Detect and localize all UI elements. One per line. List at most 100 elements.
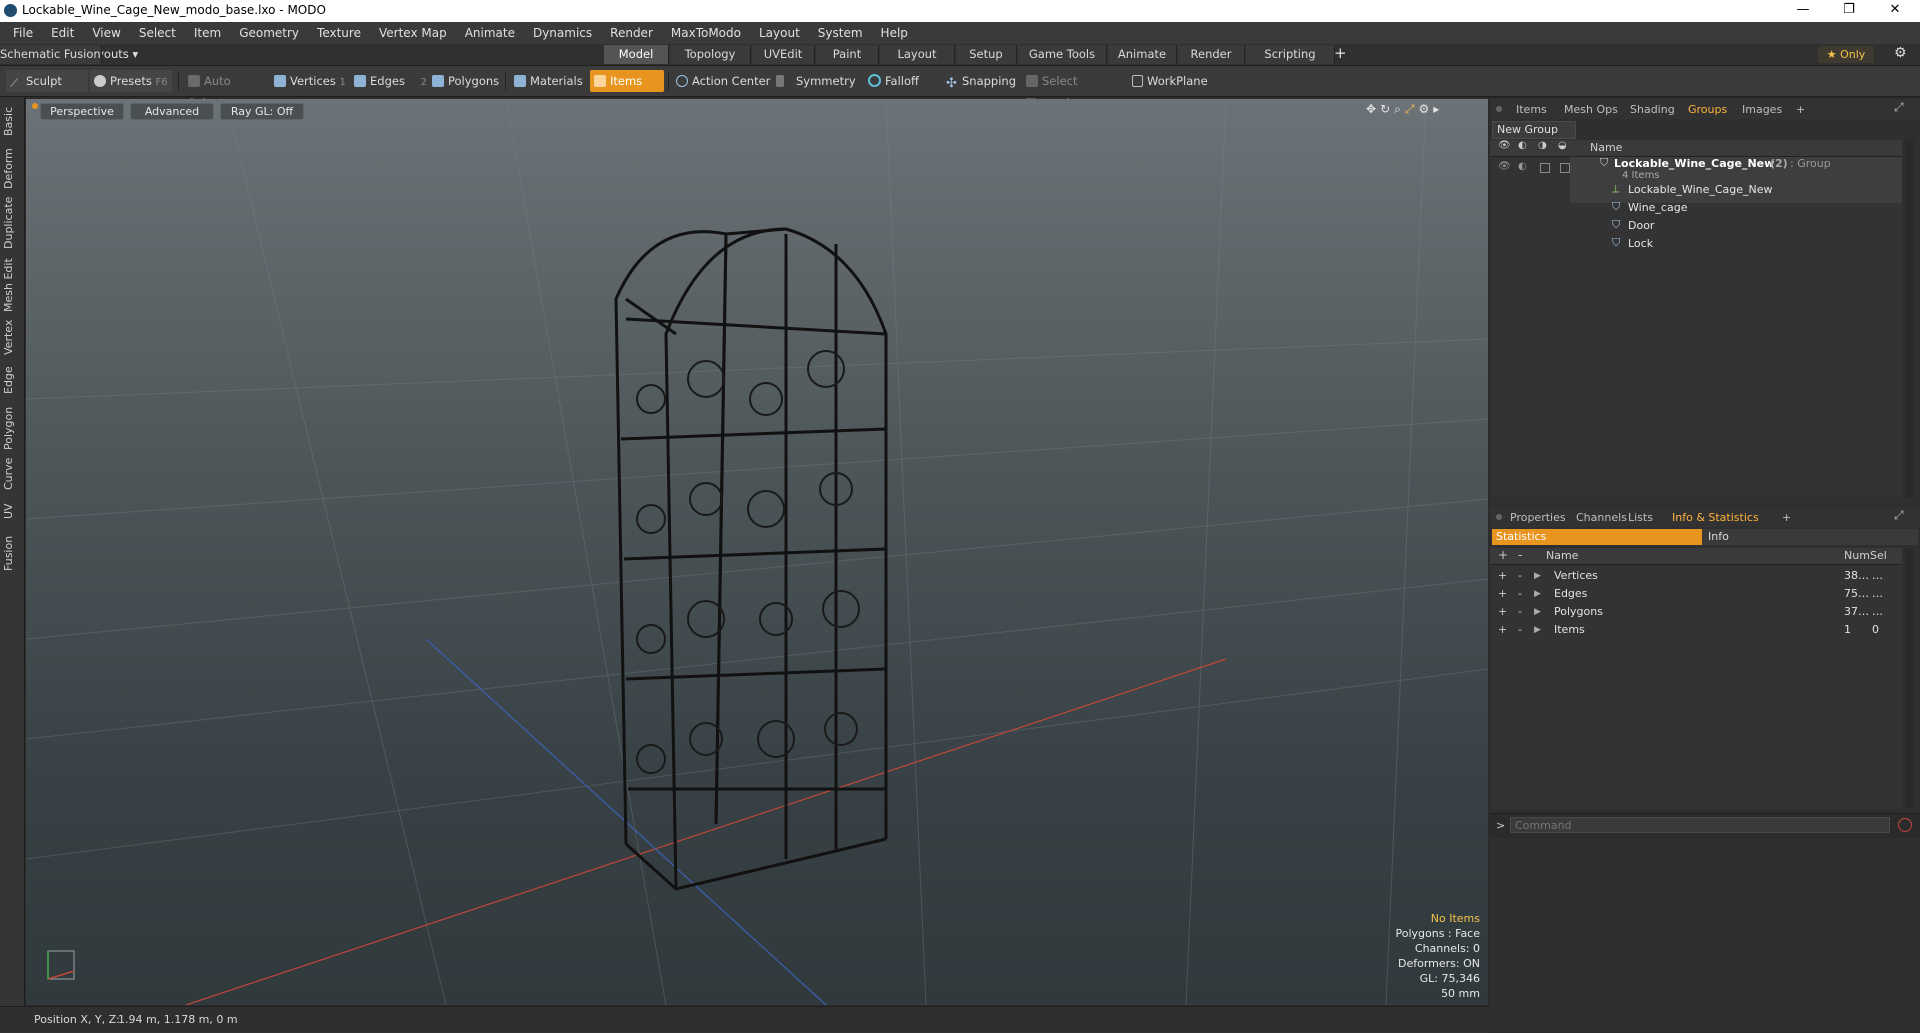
info-menu-dot[interactable]: [1496, 514, 1502, 520]
remove-stat-icon[interactable]: -: [1518, 567, 1522, 585]
group-child-item[interactable]: Lock: [1628, 237, 1653, 250]
stats-row[interactable]: + - ▶ Items 1 0: [1490, 621, 1902, 639]
fit-icon[interactable]: ⤢: [1405, 102, 1419, 116]
layout-tab-scripting[interactable]: Scripting: [1246, 45, 1335, 64]
layout-tab-uvedit[interactable]: UVEdit: [752, 45, 815, 64]
remove-stat-icon[interactable]: -: [1518, 585, 1522, 603]
add-stat-icon[interactable]: +: [1498, 603, 1507, 621]
stats-name-header[interactable]: Name: [1546, 549, 1578, 562]
auto-select-button[interactable]: Auto Select: [184, 70, 266, 110]
menu-item[interactable]: Item: [185, 22, 230, 44]
layout-tab-paint[interactable]: Paint: [816, 45, 879, 64]
menu-view[interactable]: View: [83, 22, 129, 44]
remove-stat-icon[interactable]: -: [1518, 621, 1522, 639]
left-tab-mesh-edit[interactable]: Mesh Edit: [2, 257, 22, 313]
group-render-icon[interactable]: ◐: [1518, 161, 1527, 172]
stats-row[interactable]: + - ▶ Edges 75……: [1490, 585, 1902, 603]
workplane-button[interactable]: WorkPlane: [1128, 70, 1208, 92]
info-subtab[interactable]: Info: [1702, 529, 1918, 545]
menu-layout[interactable]: Layout: [750, 22, 809, 44]
new-group-button[interactable]: New Group: [1492, 121, 1576, 139]
groups-tab-items[interactable]: Items: [1516, 101, 1547, 119]
group-child-item[interactable]: Door: [1628, 219, 1654, 232]
expand-all-icon[interactable]: +: [1498, 548, 1508, 562]
visibility-col-icon[interactable]: 👁: [1498, 140, 1511, 151]
shading-advanced-button[interactable]: Advanced: [130, 103, 214, 120]
left-tab-duplicate[interactable]: Duplicate: [2, 197, 22, 249]
viewport-nav-controls[interactable]: ✥↻⌕⤢⚙▸: [1366, 102, 1443, 117]
close-button[interactable]: ✕: [1872, 0, 1918, 22]
groups-tab-mesh-ops[interactable]: Mesh Ops: [1564, 101, 1618, 119]
name-col-header[interactable]: Name: [1590, 141, 1622, 154]
menu-help[interactable]: Help: [872, 22, 917, 44]
stats-scrollbar[interactable]: [1905, 548, 1914, 808]
info-expand-icon[interactable]: ⤢: [1894, 508, 1904, 523]
settings-icon[interactable]: ⚙: [1418, 102, 1433, 116]
left-tab-curve[interactable]: Curve: [2, 457, 22, 491]
group-lock-checkbox[interactable]: [1540, 163, 1550, 173]
menu-system[interactable]: System: [809, 22, 872, 44]
groups-tab-[interactable]: +: [1796, 101, 1805, 119]
menu-file[interactable]: File: [4, 22, 42, 44]
items-button[interactable]: Items: [590, 70, 664, 92]
add-stat-icon[interactable]: +: [1498, 621, 1507, 639]
info-tab-channels[interactable]: Channels: [1576, 509, 1627, 527]
menu-edit[interactable]: Edit: [42, 22, 83, 44]
expand-arrow-icon[interactable]: ▶: [1534, 621, 1541, 639]
polygons-button[interactable]: Polygons: [428, 70, 500, 92]
layout-tab-game-tools[interactable]: Game Tools: [1018, 45, 1107, 64]
command-input[interactable]: [1510, 817, 1890, 833]
menu-texture[interactable]: Texture: [308, 22, 370, 44]
groups-tab-groups[interactable]: Groups: [1688, 101, 1727, 119]
statistics-subtab[interactable]: Statistics: [1492, 529, 1704, 545]
info-tab-info-statistics[interactable]: Info & Statistics: [1672, 509, 1759, 527]
left-tab-polygon[interactable]: Polygon: [2, 405, 22, 451]
expand-arrow-icon[interactable]: ▶: [1534, 603, 1541, 621]
layout-tab-setup[interactable]: Setup: [956, 45, 1017, 64]
zoom-icon[interactable]: ⌕: [1394, 102, 1405, 116]
layout-tab-animate[interactable]: Animate: [1108, 45, 1177, 64]
rotate-icon[interactable]: ↻: [1380, 102, 1394, 116]
maximize-button[interactable]: ❐: [1826, 0, 1872, 22]
group-child-item[interactable]: Lockable_Wine_Cage_New: [1628, 183, 1773, 196]
3d-viewport[interactable]: Perspective Advanced Ray GL: Off ✥↻⌕⤢⚙▸ …: [26, 99, 1488, 1005]
collapse-all-icon[interactable]: -: [1518, 548, 1522, 562]
lock-col-icon[interactable]: ◑: [1538, 140, 1547, 151]
add-stat-icon[interactable]: +: [1498, 585, 1507, 603]
action-center-button[interactable]: Action Center: [672, 70, 772, 92]
stats-row[interactable]: + - ▶ Vertices 38……: [1490, 567, 1902, 585]
menu-select[interactable]: Select: [130, 22, 185, 44]
group-select-checkbox[interactable]: [1560, 163, 1570, 173]
minimize-button[interactable]: —: [1780, 0, 1826, 22]
groups-expand-icon[interactable]: ⤢: [1894, 100, 1904, 115]
add-stat-icon[interactable]: +: [1498, 567, 1507, 585]
record-icon[interactable]: [1898, 818, 1912, 832]
layout-tab-layout[interactable]: Layout: [880, 45, 955, 64]
info-tab-lists[interactable]: Lists: [1628, 509, 1653, 527]
expand-arrow-icon[interactable]: ▶: [1534, 585, 1541, 603]
info-tab-properties[interactable]: Properties: [1510, 509, 1566, 527]
select-through-button[interactable]: Select Through: [1022, 70, 1122, 110]
left-tab-vertex[interactable]: Vertex: [2, 319, 22, 355]
remove-stat-icon[interactable]: -: [1518, 603, 1522, 621]
raygl-button[interactable]: Ray GL: Off: [220, 103, 304, 120]
stats-row[interactable]: + - ▶ Polygons 37……: [1490, 603, 1902, 621]
menu-vertex-map[interactable]: Vertex Map: [370, 22, 456, 44]
left-tab-uv[interactable]: UV: [2, 497, 22, 525]
layout-tab-schematic-fusion[interactable]: Schematic Fusion: [0, 45, 102, 64]
materials-button[interactable]: Materials: [510, 70, 588, 92]
info-tab-[interactable]: +: [1782, 509, 1791, 527]
sculpt-button[interactable]: ⟋ Sculpt: [6, 70, 88, 92]
layout-tab-model[interactable]: Model: [604, 45, 669, 64]
viewport-menu-dot[interactable]: [32, 103, 38, 109]
symmetry-button[interactable]: Symmetry: [772, 70, 862, 92]
layout-tab-topology[interactable]: Topology: [670, 45, 751, 64]
presets-button[interactable]: Presets F6: [90, 70, 172, 92]
groups-tab-images[interactable]: Images: [1742, 101, 1782, 119]
add-layout-button[interactable]: +: [1334, 44, 1347, 62]
snapping-button[interactable]: ✣ Snapping: [942, 70, 1026, 92]
menu-animate[interactable]: Animate: [456, 22, 524, 44]
groups-tab-shading[interactable]: Shading: [1630, 101, 1675, 119]
move-icon[interactable]: ✥: [1366, 102, 1380, 116]
group-visibility-icon[interactable]: 👁: [1498, 161, 1511, 172]
